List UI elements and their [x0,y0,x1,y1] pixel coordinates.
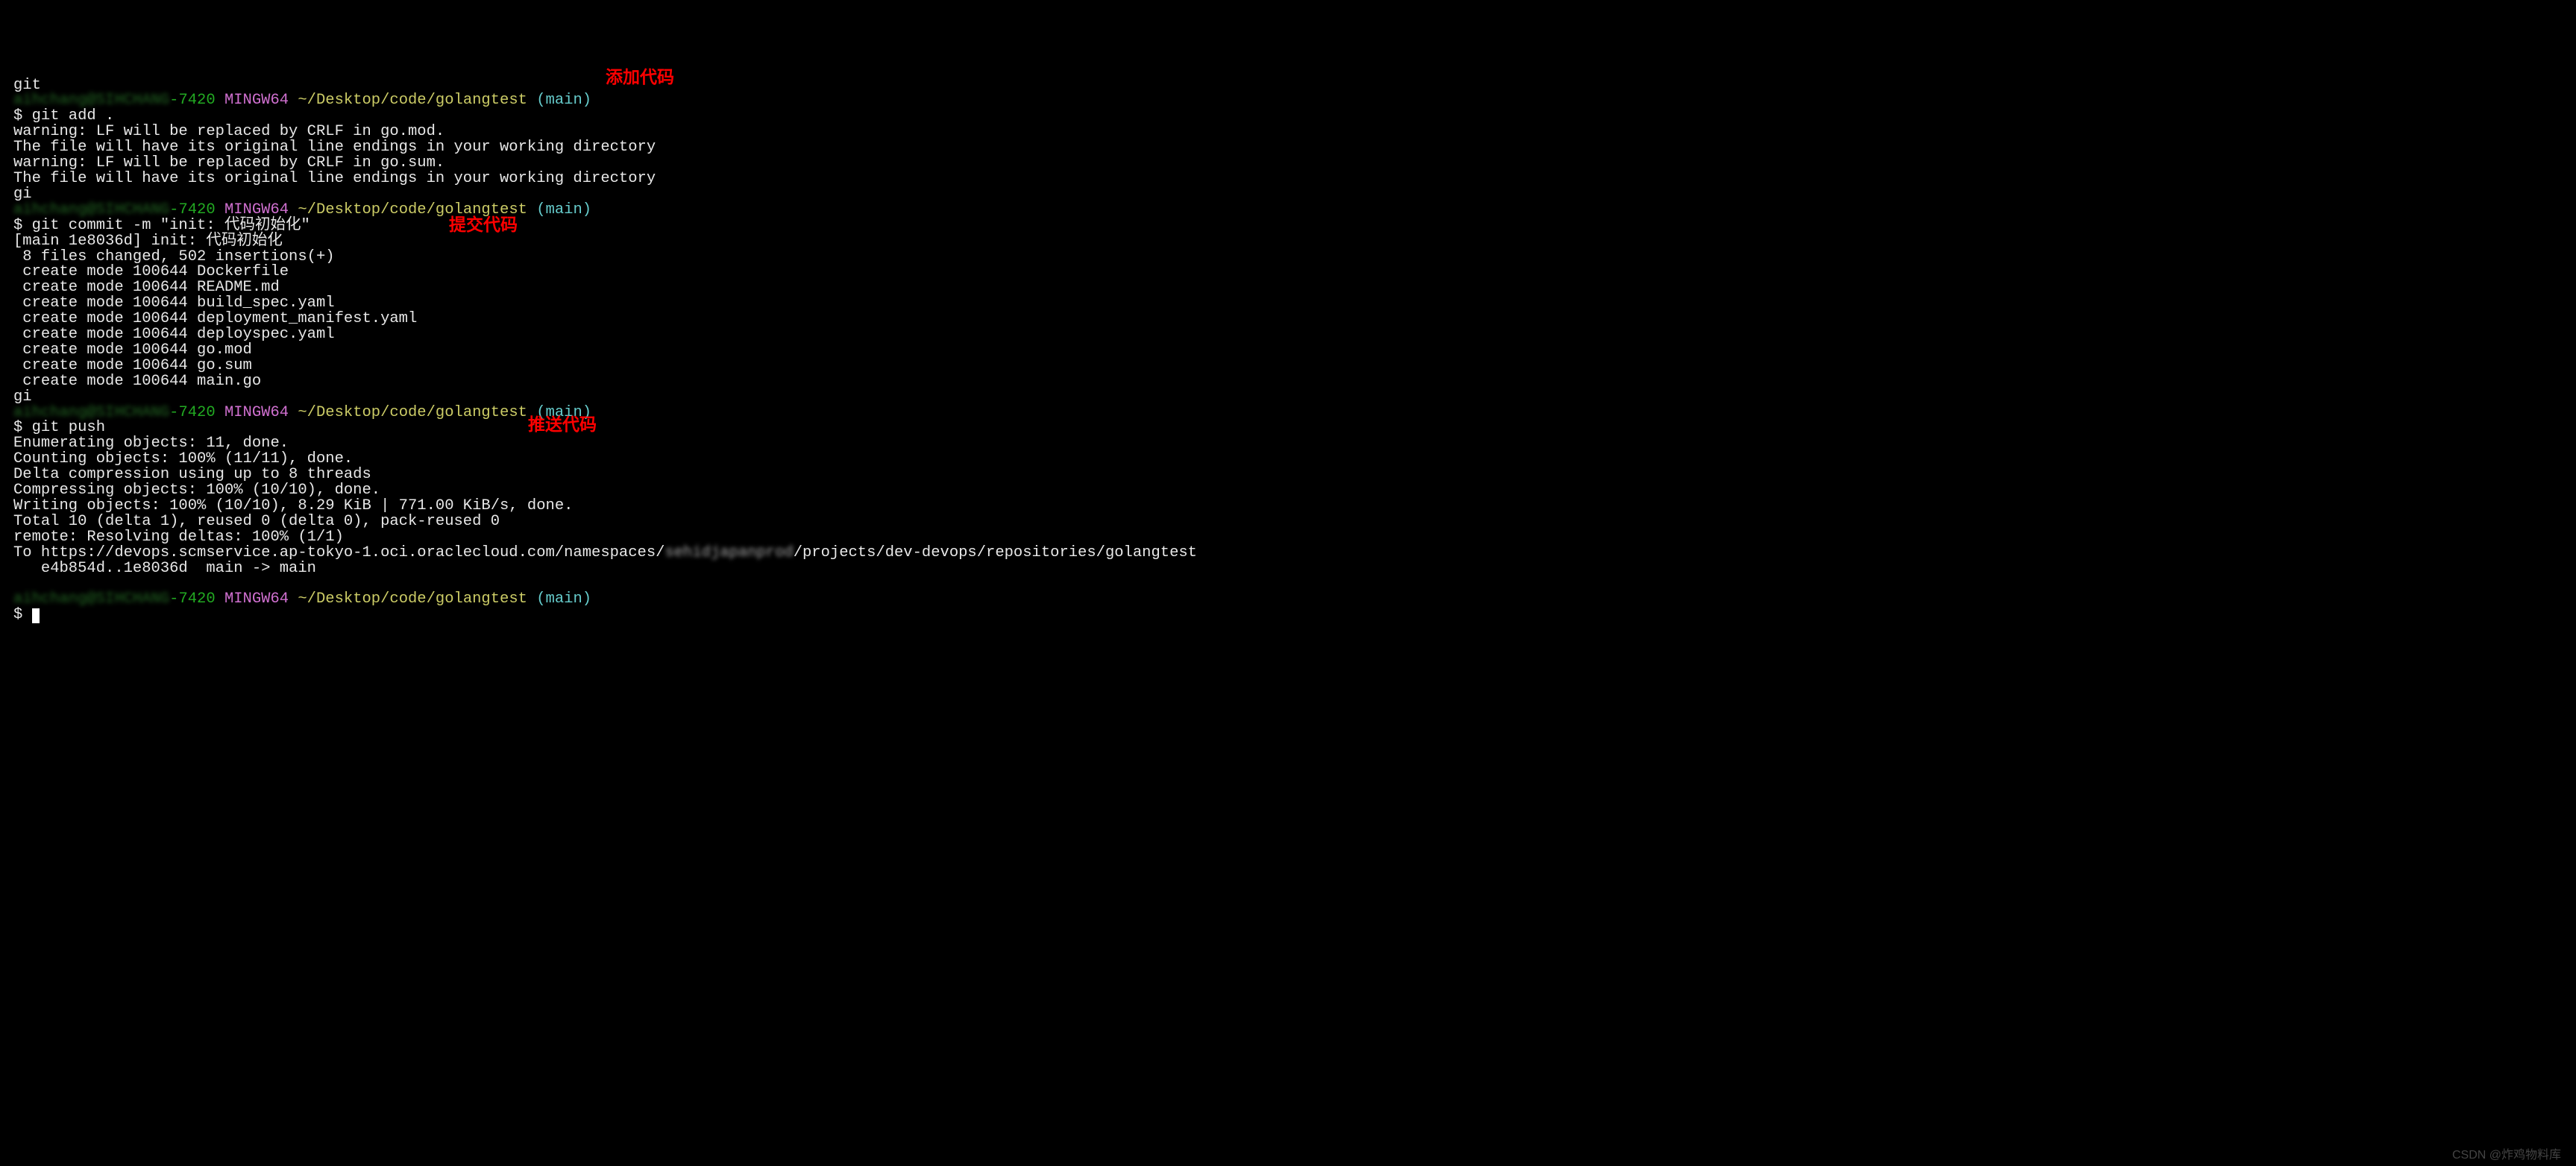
cmd-git-commit: $ git commit -m "init: 代码初始化" [13,217,310,234]
create-mode-line: create mode 100644 deployspec.yaml [13,326,335,343]
prompt-mingw: MINGW64 [216,590,289,608]
create-mode-line: create mode 100644 README.md [13,279,280,296]
cmd-git-add: $ git add . [13,107,114,125]
watermark: CSDN @炸鸡物料库 [2452,1150,2561,1162]
push-output: Total 10 (delta 1), reused 0 (delta 0), … [13,513,500,530]
prompt-host: -7420 [169,404,216,421]
push-output: Enumerating objects: 11, done. [13,435,289,452]
annotation-commit: 提交代码 [449,216,518,233]
prompt-path: ~/Desktop/code/golangtest [289,92,527,109]
prompt-host: -7420 [169,590,216,608]
prompt-user: aihchang@SIHCHANG [13,201,169,218]
prompt-mingw: MINGW64 [216,404,289,421]
push-output: Counting objects: 100% (11/11), done. [13,450,353,467]
push-output: Writing objects: 100% (10/10), 8.29 KiB … [13,497,573,514]
prompt-user: aihchang@SIHCHANG [13,92,169,109]
cursor [32,608,40,623]
cmd-prompt-empty[interactable]: $ [13,606,32,623]
prompt-user: aihchang@SIHCHANG [13,590,169,608]
push-output: e4b854d..1e8036d main -> main [13,560,316,577]
create-mode-line: create mode 100644 go.mod [13,341,252,359]
push-output: Compressing objects: 100% (10/10), done. [13,482,380,499]
push-output: Delta compression using up to 8 threads [13,466,371,483]
prompt-mingw: MINGW64 [216,92,289,109]
prompt-branch: (main) [527,92,591,109]
push-output-url-tail: /projects/dev-devops/repositories/golang… [794,544,1197,561]
annotation-add: 添加代码 [606,69,674,86]
prompt-path: ~/Desktop/code/golangtest [289,590,527,608]
create-mode-line: create mode 100644 go.sum [13,357,252,374]
create-mode-line: create mode 100644 build_spec.yaml [13,294,335,312]
create-mode-line: create mode 100644 main.go [13,373,261,390]
create-mode-line: create mode 100644 deployment_manifest.y… [13,310,417,327]
prompt-path: ~/Desktop/code/golangtest [289,404,527,421]
push-namespace: sehidjapanprod [665,544,793,561]
push-output: remote: Resolving deltas: 100% (1/1) [13,529,344,546]
push-output-url: To https://devops.scmservice.ap-tokyo-1.… [13,544,665,561]
create-mode-line: create mode 100644 Dockerfile [13,263,289,280]
commit-output: 8 files changed, 502 insertions(+) [13,248,335,265]
prompt-mingw: MINGW64 [216,201,289,218]
warning-line: warning: LF will be replaced by CRLF in … [13,123,444,140]
prompt-branch: (main) [527,590,591,608]
annotation-push: 推送代码 [528,416,597,433]
stray-gi: gi [13,186,32,203]
warning-line: The file will have its original line end… [13,170,656,187]
prompt-host: -7420 [169,92,216,109]
prompt-host: -7420 [169,201,216,218]
prompt-branch: (main) [527,201,591,218]
warning-line: warning: LF will be replaced by CRLF in … [13,154,444,171]
warning-line: The file will have its original line end… [13,139,656,156]
stray-gi: gi [13,388,32,406]
cmd-git-push: $ git push [13,419,105,436]
prompt-user: aihchang@SIHCHANG [13,404,169,421]
commit-output: [main 1e8036d] init: 代码初始化 [13,233,283,250]
terminal-output: git aihchang@SIHCHANG-7420 MINGW64 ~/Des… [13,63,2563,624]
